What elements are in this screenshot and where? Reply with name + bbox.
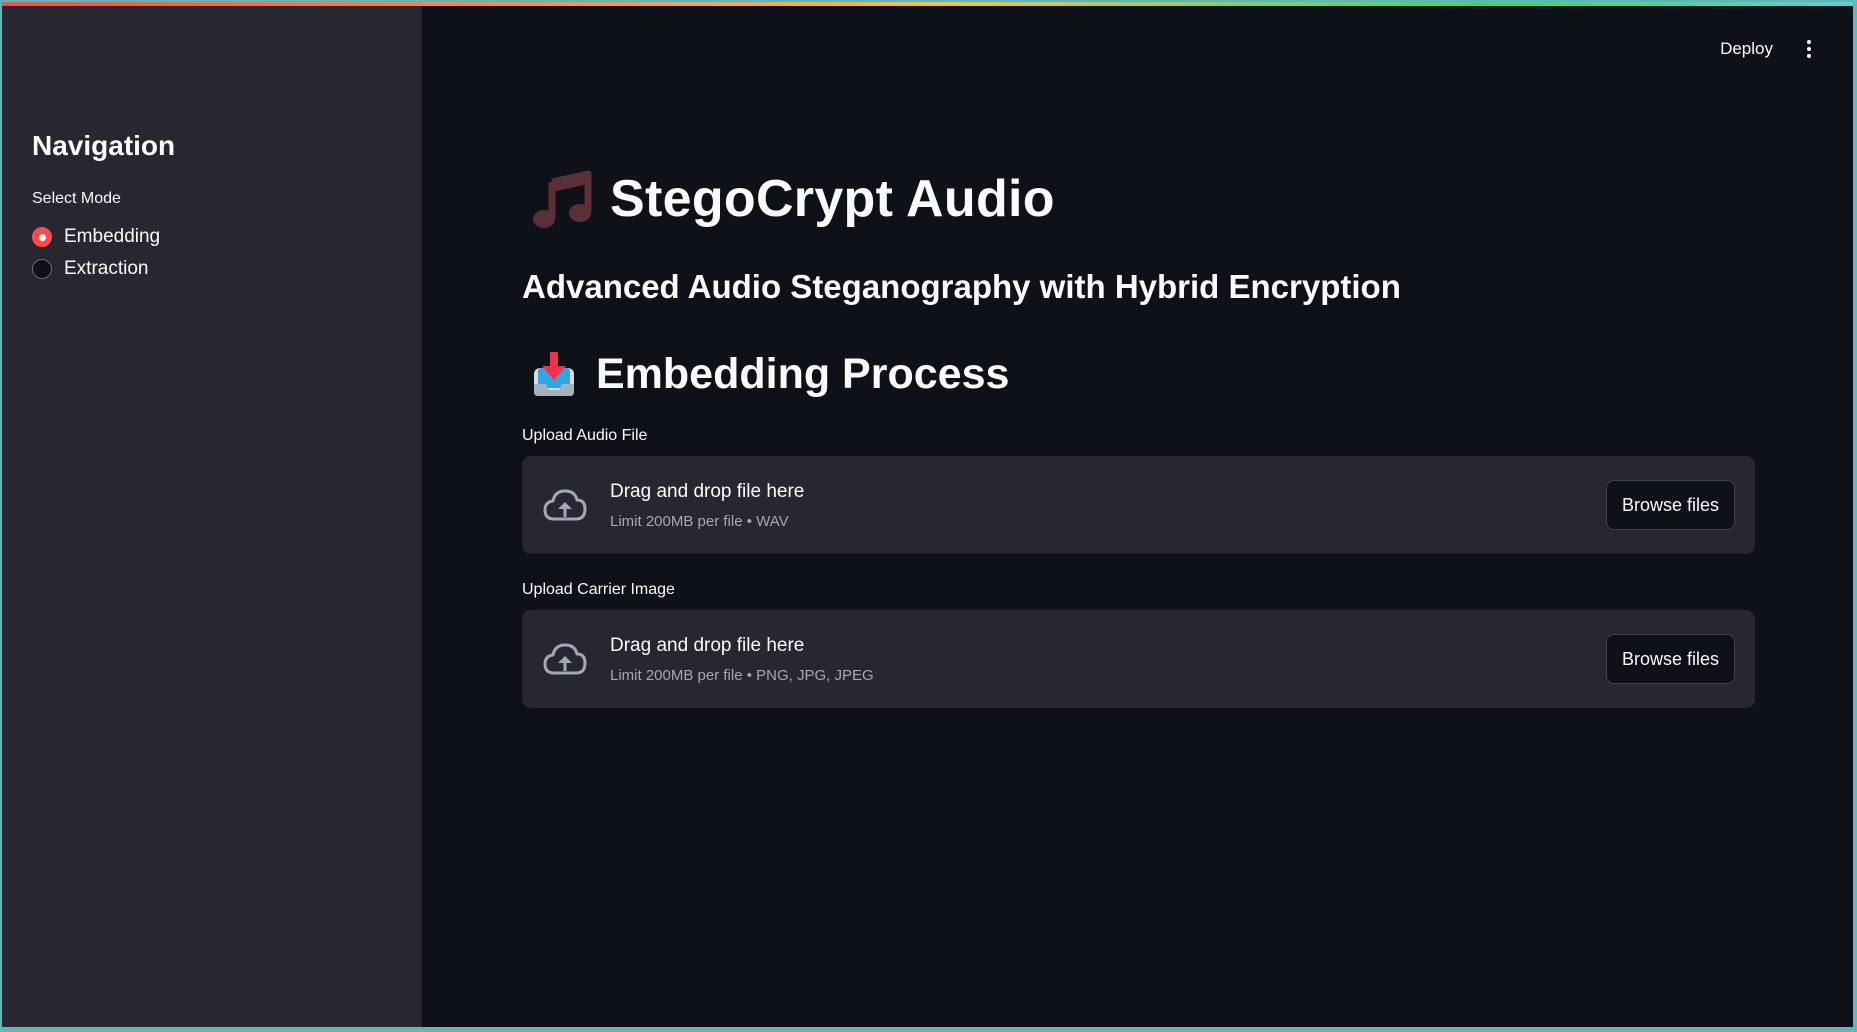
sidebar-title: Navigation <box>32 130 176 161</box>
cloud-upload-icon <box>543 643 587 675</box>
inbox-tray-icon <box>534 351 574 396</box>
select-mode-label: Select Mode <box>32 190 121 207</box>
app-subtitle: Advanced Audio Steganography with Hybrid… <box>522 268 1401 305</box>
main-content: StegoCrypt Audio Advanced Audio Steganog… <box>522 2 1757 1027</box>
radio-option-embedding[interactable]: Embedding <box>32 226 160 248</box>
dropzone-limit-text: Limit 200MB per file • PNG, JPG, JPEG <box>610 667 874 684</box>
music-note-icon <box>533 170 592 228</box>
section-header: Embedding Process <box>532 350 1009 399</box>
audio-file-dropzone[interactable]: Drag and drop file here Limit 200MB per … <box>522 456 1755 554</box>
radio-button-extraction[interactable] <box>32 259 52 279</box>
browse-files-button[interactable]: Browse files <box>1605 480 1735 530</box>
sidebar: Navigation Select Mode Embedding Extract… <box>2 2 422 1027</box>
radio-label-embedding: Embedding <box>64 226 161 247</box>
dropzone-limit-text: Limit 200MB per file • WAV <box>610 513 789 530</box>
cloud-upload-icon <box>543 489 587 521</box>
dropzone-instructions: Drag and drop file here <box>610 481 805 502</box>
radio-label-extraction: Extraction <box>64 258 149 279</box>
title-row: StegoCrypt Audio <box>532 168 1055 230</box>
section-title: Embedding Process <box>596 350 1010 398</box>
app-window: Navigation Select Mode Embedding Extract… <box>2 2 1853 1027</box>
dropzone-instructions: Drag and drop file here <box>610 635 805 656</box>
kebab-menu-icon[interactable] <box>1801 38 1817 60</box>
carrier-image-dropzone[interactable]: Drag and drop file here Limit 200MB per … <box>522 610 1755 708</box>
radio-option-extraction[interactable]: Extraction <box>32 258 148 280</box>
upload-image-label: Upload Carrier Image <box>522 581 675 598</box>
decoration-top-bar <box>2 2 1853 6</box>
app-title: StegoCrypt Audio <box>610 170 1055 228</box>
upload-audio-label: Upload Audio File <box>522 427 648 444</box>
browse-files-button[interactable]: Browse files <box>1605 634 1735 684</box>
radio-button-embedding[interactable] <box>32 227 52 247</box>
